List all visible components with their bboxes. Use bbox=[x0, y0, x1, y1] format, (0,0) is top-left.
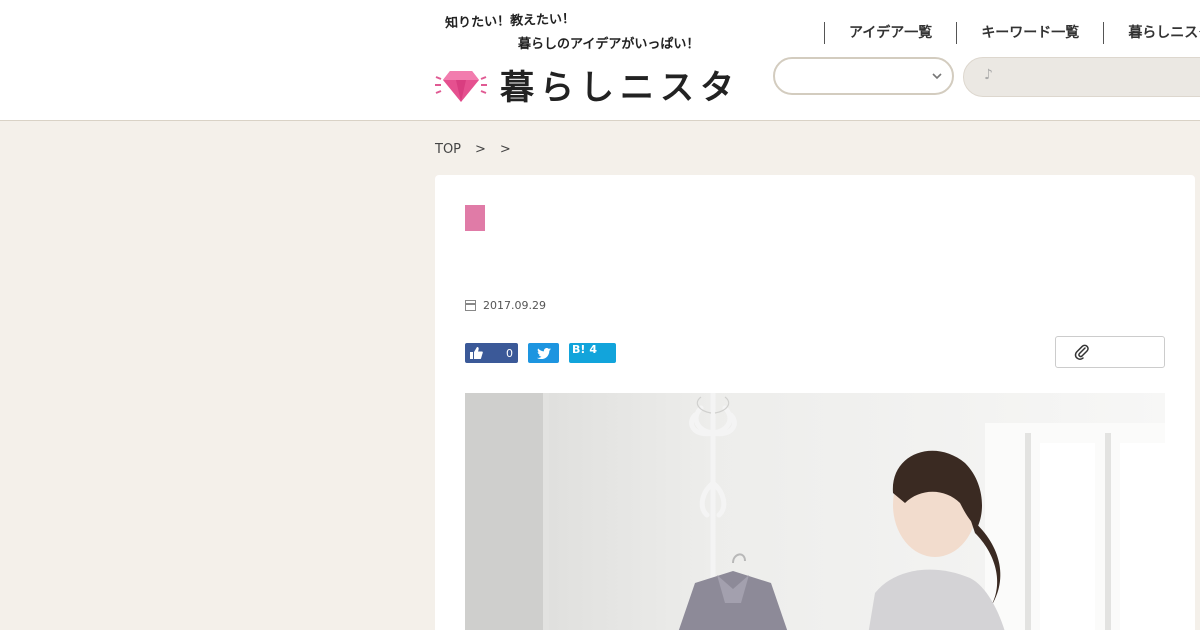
tagline-line2: 暮らしのアイデアがいっぱい！ bbox=[518, 37, 700, 52]
search-placeholder: ♪ bbox=[984, 67, 993, 83]
breadcrumb-separator: > bbox=[499, 142, 511, 157]
hatena-count: 4 bbox=[589, 343, 598, 356]
calendar-icon bbox=[465, 300, 476, 311]
like-count: 0 bbox=[506, 346, 513, 360]
title-marker bbox=[465, 205, 485, 231]
article-card: 2017.09.29 0 B! 4 bbox=[435, 175, 1195, 630]
article-date-row: 2017.09.29 bbox=[465, 299, 546, 312]
tagline-line1: 知りたい！教えたい！ bbox=[444, 11, 576, 32]
chevron-down-icon bbox=[932, 69, 942, 83]
diamond-icon bbox=[435, 70, 487, 102]
hatena-label: B! bbox=[572, 343, 586, 356]
search-input[interactable]: ♪ bbox=[963, 57, 1200, 97]
nav-item-ideas[interactable]: アイデア一覧 bbox=[824, 22, 956, 44]
category-select[interactable] bbox=[773, 57, 954, 95]
twitter-icon bbox=[536, 347, 551, 359]
nav-item-kurashinista[interactable]: 暮らしニスタ bbox=[1103, 22, 1200, 44]
site-logo[interactable]: 暮らしニスタ bbox=[434, 60, 740, 109]
breadcrumb: TOP > > bbox=[435, 142, 511, 157]
paperclip-icon bbox=[1074, 344, 1089, 360]
article-date: 2017.09.29 bbox=[483, 299, 546, 312]
facebook-like-button[interactable]: 0 bbox=[465, 343, 518, 363]
hatena-bookmark-button[interactable]: B! 4 bbox=[569, 343, 616, 363]
article-hero-image bbox=[465, 393, 1165, 630]
twitter-share-button[interactable] bbox=[528, 343, 559, 363]
thumbs-up-icon bbox=[470, 347, 483, 359]
logo-text: 暮らしニスタ bbox=[500, 68, 740, 108]
breadcrumb-top[interactable]: TOP bbox=[435, 142, 461, 157]
main-nav: アイデア一覧 キーワード一覧 暮らしニスタ bbox=[824, 22, 1200, 44]
breadcrumb-separator: > bbox=[475, 142, 486, 157]
share-buttons: 0 B! 4 bbox=[465, 343, 616, 363]
site-header: 知りたい！教えたい！ 暮らしのアイデアがいっぱい！ 暮らしニスタ アイデア一覧 … bbox=[0, 0, 1200, 121]
clip-button[interactable] bbox=[1055, 336, 1165, 368]
nav-item-keywords[interactable]: キーワード一覧 bbox=[956, 22, 1103, 44]
